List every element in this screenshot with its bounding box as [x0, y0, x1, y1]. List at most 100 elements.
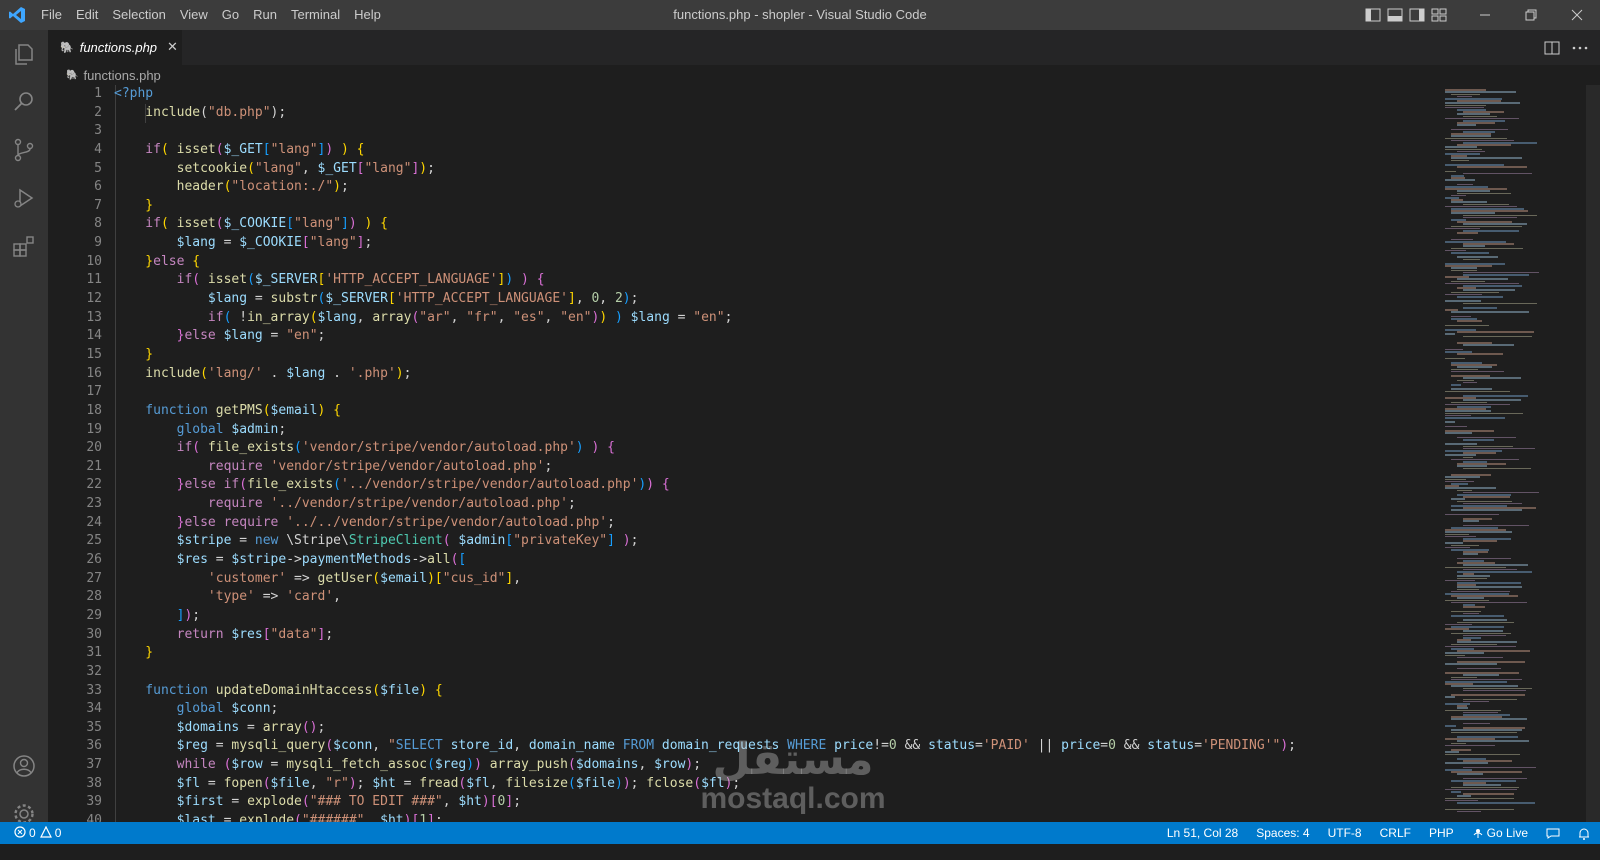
code-line[interactable] — [114, 122, 1296, 141]
code-token: = — [215, 235, 240, 251]
indentation[interactable]: Spaces: 4 — [1256, 826, 1309, 840]
line-number: 14 — [86, 328, 102, 344]
code-token: { — [356, 141, 365, 157]
line-number: 11 — [86, 272, 102, 288]
problems-indicator[interactable]: 0 0 — [14, 825, 61, 841]
code-line[interactable]: }else $lang = "en"; — [114, 327, 1296, 346]
code-line[interactable]: } — [114, 197, 1296, 216]
minimap[interactable] — [1435, 85, 1600, 822]
close-window-button[interactable] — [1554, 0, 1600, 30]
code-line[interactable]: setcookie("lang", $_GET["lang"]); — [114, 160, 1296, 179]
code-line[interactable]: $lang = substr($_SERVER['HTTP_ACCEPT_LAN… — [114, 290, 1296, 309]
code-token: , — [301, 160, 318, 176]
code-line[interactable]: if( isset($_GET["lang"]) ) { — [114, 141, 1296, 160]
code-line[interactable]: include('lang/' . $lang . '.php'); — [114, 365, 1296, 384]
code-token: while — [114, 757, 216, 773]
code-line[interactable]: if( file_exists('vendor/stripe/vendor/au… — [114, 439, 1296, 458]
code-line[interactable] — [114, 663, 1296, 682]
run-debug-icon[interactable] — [0, 174, 48, 222]
code-token: ( — [372, 570, 381, 586]
account-icon[interactable] — [0, 742, 48, 790]
code-line[interactable]: $stripe = new \Stripe\StripeClient( $adm… — [114, 532, 1296, 551]
code-line[interactable]: global $admin; — [114, 421, 1296, 440]
code-line[interactable]: }else require '../../vendor/stripe/vendo… — [114, 514, 1296, 533]
code-line[interactable] — [114, 383, 1296, 402]
code-line[interactable]: require '../vendor/stripe/vendor/autoloa… — [114, 495, 1296, 514]
extensions-icon[interactable] — [0, 222, 48, 270]
minimize-button[interactable] — [1462, 0, 1508, 30]
go-live-button[interactable]: Go Live — [1472, 826, 1528, 841]
notifications-bell-icon[interactable] — [1578, 827, 1590, 840]
code-line[interactable]: function getPMS($email) { — [114, 402, 1296, 421]
end-of-line[interactable]: CRLF — [1380, 826, 1411, 840]
code-line[interactable]: require 'vendor/stripe/vendor/autoload.p… — [114, 458, 1296, 477]
editor-scrollbar[interactable] — [1586, 85, 1600, 822]
code-line[interactable]: } — [114, 644, 1296, 663]
toggle-primary-sidebar-icon[interactable] — [1364, 0, 1382, 30]
toggle-panel-icon[interactable] — [1386, 0, 1404, 30]
menu-help[interactable]: Help — [347, 0, 388, 30]
code-token: ( — [294, 812, 302, 822]
feedback-icon[interactable] — [1546, 827, 1560, 839]
line-number: 21 — [86, 458, 102, 474]
code-line[interactable]: 'customer' => getUser($email)["cus_id"], — [114, 570, 1296, 589]
code-token: { — [536, 272, 545, 288]
error-count: 0 — [29, 826, 36, 840]
code-line[interactable]: header("location:./"); — [114, 178, 1296, 197]
source-control-icon[interactable] — [0, 126, 48, 174]
line-number: 29 — [86, 607, 102, 623]
code-line[interactable]: while ($row = mysqli_fetch_assoc($reg)) … — [114, 756, 1296, 775]
code-line[interactable]: $domains = array(); — [114, 719, 1296, 738]
cursor-position[interactable]: Ln 51, Col 28 — [1167, 826, 1238, 840]
code-line[interactable]: $reg = mysqli_query($conn, "SELECT store… — [114, 737, 1296, 756]
code-editor[interactable]: 1 2 3 4 5 6 7 8 9 10 11 12 13 14 15 16 17 18 19 20 21 22 23 24 2… — [48, 85, 1435, 822]
menu-file[interactable]: File — [34, 0, 69, 30]
code-line[interactable]: global $conn; — [114, 700, 1296, 719]
code-line[interactable]: function updateDomainHtaccess($file) { — [114, 682, 1296, 701]
code-line[interactable]: $lang = $_COOKIE["lang"]; — [114, 234, 1296, 253]
code-line[interactable]: if( !in_array($lang, array("ar", "fr", "… — [114, 309, 1296, 328]
code-content[interactable]: <?php include("db.php"); if( isset($_GET… — [114, 85, 1296, 822]
code-token: } — [114, 477, 185, 493]
breadcrumb-file[interactable]: functions.php — [83, 68, 160, 83]
code-line[interactable]: if( isset($_SERVER['HTTP_ACCEPT_LANGUAGE… — [114, 271, 1296, 290]
toggle-secondary-sidebar-icon[interactable] — [1408, 0, 1426, 30]
code-token: = — [247, 291, 271, 307]
tab-functions-php[interactable]: 🐘 functions.php ✕ — [48, 30, 182, 65]
code-line[interactable]: }else { — [114, 253, 1296, 272]
minimap-line — [1457, 331, 1534, 333]
code-line[interactable]: } — [114, 346, 1296, 365]
code-line[interactable]: $first = explode("### TO EDIT ###", $ht)… — [114, 793, 1296, 812]
menu-view[interactable]: View — [173, 0, 215, 30]
menu-go[interactable]: Go — [215, 0, 246, 30]
line-number: 7 — [94, 197, 102, 213]
code-line[interactable]: $fl = fopen($file, "r"); $ht = fread($fl… — [114, 775, 1296, 794]
more-actions-icon[interactable] — [1568, 36, 1592, 60]
code-line[interactable]: $res = $stripe->paymentMethods->all([ — [114, 551, 1296, 570]
customize-layout-icon[interactable] — [1430, 0, 1448, 30]
code-line[interactable]: <?php — [114, 85, 1296, 104]
code-line[interactable]: if( isset($_COOKIE["lang"]) ) { — [114, 215, 1296, 234]
menu-selection[interactable]: Selection — [105, 0, 172, 30]
code-line[interactable]: 'type' => 'card', — [114, 588, 1296, 607]
menu-edit[interactable]: Edit — [69, 0, 105, 30]
search-icon[interactable] — [0, 78, 48, 126]
code-line[interactable]: }else if(file_exists('../vendor/stripe/v… — [114, 476, 1296, 495]
code-line[interactable]: return $res["data"]; — [114, 626, 1296, 645]
code-token: ] — [567, 291, 576, 307]
code-token: else — [184, 328, 216, 344]
language-mode[interactable]: PHP — [1429, 826, 1454, 840]
close-tab-icon[interactable]: ✕ — [167, 40, 178, 55]
menu-terminal[interactable]: Terminal — [284, 0, 347, 30]
restore-button[interactable] — [1508, 0, 1554, 30]
code-line[interactable]: $last = explode("######", $ht)[1]; — [114, 812, 1296, 822]
code-line[interactable]: ]); — [114, 607, 1296, 626]
code-token: -> — [411, 552, 428, 568]
menu-run[interactable]: Run — [246, 0, 284, 30]
split-editor-icon[interactable] — [1540, 36, 1564, 60]
code-line[interactable]: include("db.php"); — [114, 104, 1296, 123]
encoding[interactable]: UTF-8 — [1328, 826, 1362, 840]
explorer-icon[interactable] — [0, 30, 48, 78]
code-token: ; — [513, 794, 522, 810]
